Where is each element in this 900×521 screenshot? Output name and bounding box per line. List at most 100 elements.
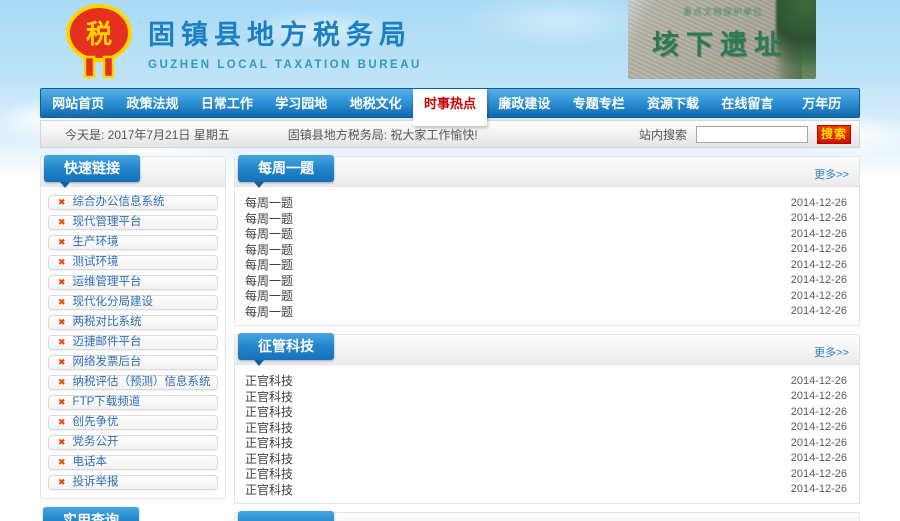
article-list: 每周一题 2014-12-26 每周一题 2014-12-26 每周一题 201… bbox=[235, 187, 859, 325]
quick-link-label: 两税对比系统 bbox=[73, 317, 142, 329]
quick-link-item[interactable]: ✖ 纳税评估（预测）信息系统 bbox=[48, 375, 218, 390]
search-label: 站内搜索 bbox=[639, 126, 687, 143]
article-date: 2014-12-26 bbox=[791, 375, 847, 387]
nav-item[interactable]: 专题专栏 bbox=[562, 89, 636, 117]
cross-bullet-icon: ✖ bbox=[58, 238, 66, 247]
article-link[interactable]: 每周一题 bbox=[245, 194, 293, 211]
quick-link-item[interactable]: ✖ 投诉举报 bbox=[48, 475, 218, 490]
article-date: 2014-12-26 bbox=[791, 483, 847, 495]
nav-item[interactable]: 资源下载 bbox=[636, 89, 710, 117]
article-link[interactable]: 每周一题 bbox=[245, 241, 293, 258]
cross-bullet-icon: ✖ bbox=[58, 258, 66, 267]
article-row: 每周一题 2014-12-26 bbox=[245, 288, 847, 304]
more-link[interactable]: 更多>> bbox=[814, 344, 849, 360]
quick-link-item[interactable]: ✖ 测试环境 bbox=[48, 255, 218, 270]
section-title-tab: 每周一题 bbox=[238, 155, 334, 182]
article-link[interactable]: 正官科技 bbox=[245, 372, 293, 389]
article-row: 正官科技 2014-12-26 bbox=[245, 389, 847, 405]
content-area: 快速链接 ✖ 综合办公信息系统 ✖ 现代管理平台 bbox=[40, 156, 860, 521]
cross-bullet-icon: ✖ bbox=[58, 358, 66, 367]
article-link[interactable]: 正官科技 bbox=[245, 450, 293, 467]
site-title: 固镇县地方税务局 bbox=[148, 13, 422, 52]
article-link[interactable]: 每周一题 bbox=[245, 287, 293, 304]
quick-link-label: FTP下载频道 bbox=[73, 397, 141, 409]
article-link[interactable]: 正官科技 bbox=[245, 419, 293, 436]
nav-item[interactable]: 学习园地 bbox=[264, 89, 338, 117]
quick-link-item[interactable]: ✖ 迈捷邮件平台 bbox=[48, 335, 218, 350]
today-date-text: 今天是: 2017年7月21日 星期五 bbox=[65, 126, 230, 143]
article-link[interactable]: 每周一题 bbox=[245, 225, 293, 242]
next-section-clipped bbox=[234, 512, 860, 521]
gaixia-ruins-photo: 重点文物保护单位 垓下遗址 bbox=[628, 0, 816, 79]
nav-item[interactable]: 时事热点 bbox=[413, 89, 487, 126]
article-row: 正官科技 2014-12-26 bbox=[245, 420, 847, 436]
quick-link-label: 现代化分局建设 bbox=[73, 297, 154, 309]
quick-link-label: 综合办公信息系统 bbox=[73, 197, 165, 209]
article-link[interactable]: 正官科技 bbox=[245, 403, 293, 420]
nav-item[interactable]: 廉政建设 bbox=[487, 89, 561, 117]
brand-block: 固镇县地方税务局 GUZHEN LOCAL TAXATION BUREAU bbox=[148, 13, 422, 71]
quick-link-item[interactable]: ✖ 党务公开 bbox=[48, 435, 218, 450]
article-row: 正官科技 2014-12-26 bbox=[245, 466, 847, 482]
quick-link-item[interactable]: ✖ 现代管理平台 bbox=[48, 215, 218, 230]
quick-link-item[interactable]: ✖ 创先争优 bbox=[48, 415, 218, 430]
article-row: 正官科技 2014-12-26 bbox=[245, 404, 847, 420]
article-link[interactable]: 每周一题 bbox=[245, 303, 293, 320]
article-date: 2014-12-26 bbox=[791, 437, 847, 449]
article-row: 每周一题 2014-12-26 bbox=[245, 211, 847, 227]
sidebar-footer-tab: 实用查询 bbox=[43, 507, 139, 521]
quick-link-item[interactable]: ✖ 现代化分局建设 bbox=[48, 295, 218, 310]
weekly-question-section: 每周一题 更多>> 每周一题 2014-12-26 每周一题 2014-12-2… bbox=[234, 156, 860, 326]
section-title-tab bbox=[238, 511, 334, 521]
nav-item[interactable]: 政策法规 bbox=[115, 89, 189, 117]
quick-link-item[interactable]: ✖ 生产环境 bbox=[48, 235, 218, 250]
nav-item[interactable]: 地税文化 bbox=[338, 89, 412, 117]
article-date: 2014-12-26 bbox=[791, 243, 847, 255]
nav-item[interactable]: 在线留言 bbox=[710, 89, 784, 117]
quick-link-item[interactable]: ✖ 综合办公信息系统 bbox=[48, 195, 218, 210]
section-header: 征管科技 更多>> bbox=[235, 335, 859, 365]
nav-item[interactable]: 网站首页 bbox=[41, 89, 115, 117]
article-date: 2014-12-26 bbox=[791, 228, 847, 240]
quick-link-label: 纳税评估（预测）信息系统 bbox=[73, 377, 211, 389]
article-date: 2014-12-26 bbox=[791, 274, 847, 286]
sidebar-footer-header: 实用查询 bbox=[43, 507, 139, 521]
section-title-tab: 征管科技 bbox=[238, 333, 334, 360]
article-link[interactable]: 每周一题 bbox=[245, 272, 293, 289]
cross-bullet-icon: ✖ bbox=[58, 378, 66, 387]
site-title-english: GUZHEN LOCAL TAXATION BUREAU bbox=[148, 59, 422, 71]
quick-link-label: 投诉举报 bbox=[73, 477, 119, 489]
page: 税 固镇县地方税务局 GUZHEN LOCAL TAXATION BUREAU … bbox=[0, 0, 900, 521]
search-button[interactable]: 搜索 bbox=[817, 125, 851, 144]
quick-link-item[interactable]: ✖ 电话本 bbox=[48, 455, 218, 470]
article-date: 2014-12-26 bbox=[791, 452, 847, 464]
article-date: 2014-12-26 bbox=[791, 468, 847, 480]
quick-link-label: 现代管理平台 bbox=[73, 217, 142, 229]
quick-link-item[interactable]: ✖ 两税对比系统 bbox=[48, 315, 218, 330]
section-header bbox=[235, 513, 859, 521]
article-row: 正官科技 2014-12-26 bbox=[245, 373, 847, 389]
search-input[interactable] bbox=[696, 126, 808, 143]
article-link[interactable]: 正官科技 bbox=[245, 465, 293, 482]
more-link[interactable]: 更多>> bbox=[814, 166, 849, 182]
article-link[interactable]: 正官科技 bbox=[245, 481, 293, 498]
article-link[interactable]: 每周一题 bbox=[245, 210, 293, 227]
quick-link-item[interactable]: ✖ 网络发票后台 bbox=[48, 355, 218, 370]
article-link[interactable]: 正官科技 bbox=[245, 388, 293, 405]
collection-tech-section: 征管科技 更多>> 正官科技 2014-12-26 正官科技 2014-12-2… bbox=[234, 334, 860, 504]
article-date: 2014-12-26 bbox=[791, 197, 847, 209]
cross-bullet-icon: ✖ bbox=[58, 318, 66, 327]
article-date: 2014-12-26 bbox=[791, 390, 847, 402]
quick-link-label: 网络发票后台 bbox=[73, 357, 142, 369]
nav-item[interactable]: 万年历 bbox=[785, 89, 859, 117]
article-link[interactable]: 正官科技 bbox=[245, 434, 293, 451]
quick-link-item[interactable]: ✖ 运维管理平台 bbox=[48, 275, 218, 290]
quick-link-item[interactable]: ✖ FTP下载频道 bbox=[48, 395, 218, 410]
article-link[interactable]: 每周一题 bbox=[245, 256, 293, 273]
monument-small-caption: 重点文物保护单位 bbox=[683, 5, 763, 18]
logo-character: 税 bbox=[86, 19, 112, 49]
article-row: 每周一题 2014-12-26 bbox=[245, 257, 847, 273]
nav-item[interactable]: 日常工作 bbox=[190, 89, 264, 117]
quick-link-label: 迈捷邮件平台 bbox=[73, 337, 142, 349]
quick-links-list: ✖ 综合办公信息系统 ✖ 现代管理平台 ✖ 生产环境 bbox=[41, 187, 225, 498]
